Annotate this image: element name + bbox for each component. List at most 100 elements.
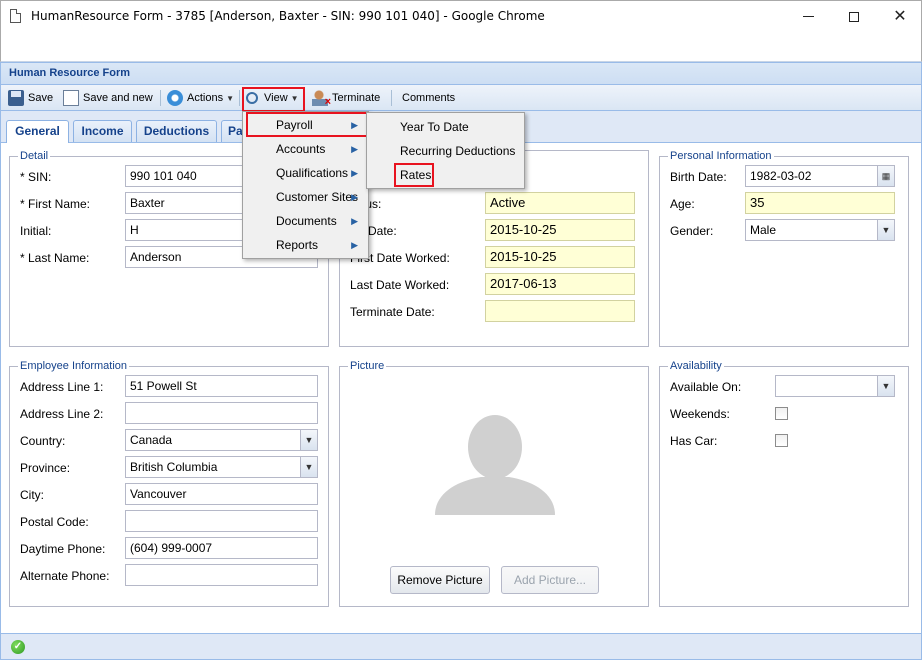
documents-label: Documents — [276, 214, 337, 228]
birth-date-field[interactable]: 1982-03-02 ▦ — [745, 165, 895, 187]
terminate-label: Terminate — [332, 92, 381, 104]
first-name-label: * First Name: — [20, 197, 91, 211]
country-label: Country: — [20, 434, 66, 448]
sin-label: * SIN: — [20, 170, 52, 184]
available-on-label: Available On: — [670, 380, 742, 394]
submenu-arrow-icon: ▶ — [351, 240, 358, 250]
detail-legend: Detail — [20, 150, 49, 162]
gear-icon — [167, 90, 183, 106]
terminate-user-icon: × — [312, 90, 331, 108]
province-value: British Columbia — [130, 460, 218, 474]
alternate-phone-field[interactable] — [125, 564, 318, 586]
save-icon — [8, 90, 24, 106]
recurring-deductions-label: Recurring Deductions — [400, 144, 516, 158]
address-line-2-label: Address Line 2: — [20, 407, 104, 421]
avatar-placeholder-icon — [435, 415, 555, 515]
minimize-icon — [802, 16, 814, 17]
weekends-label: Weekends: — [670, 407, 730, 421]
menu-item-recurring-deductions[interactable]: Recurring Deductions — [368, 139, 522, 163]
country-value: Canada — [130, 433, 173, 447]
employee-info-legend: Employee Information — [20, 360, 127, 372]
comments-button[interactable]: Comments — [402, 88, 455, 108]
gender-select[interactable]: Male ▼ — [745, 219, 895, 241]
terminate-date-label: Terminate Date: — [350, 305, 435, 319]
last-date-worked-label: Last Date Worked: — [350, 278, 450, 292]
chevron-down-icon[interactable]: ▼ — [877, 220, 894, 240]
last-name-label: * Last Name: — [20, 251, 90, 265]
weekends-checkbox[interactable] — [775, 407, 788, 420]
submenu-arrow-icon: ▶ — [351, 216, 358, 226]
remove-picture-button[interactable]: Remove Picture — [390, 566, 490, 594]
age-label: Age: — [670, 197, 695, 211]
birth-date-value: 1982-03-02 — [750, 169, 812, 183]
address-line-2-field[interactable] — [125, 402, 318, 424]
menu-item-qualifications[interactable]: Qualifications ▶ — [244, 161, 366, 185]
submenu-arrow-icon: ▶ — [351, 144, 358, 154]
postal-code-field[interactable] — [125, 510, 318, 532]
close-button[interactable]: ✕ — [877, 1, 922, 33]
qualifications-label: Qualifications — [276, 166, 349, 180]
toolbar-separator — [160, 90, 161, 106]
country-select[interactable]: Canada ▼ — [125, 429, 318, 451]
menu-item-customer-sites[interactable]: Customer Sites ▶ — [244, 185, 366, 209]
add-picture-button[interactable]: Add Picture... — [501, 566, 599, 594]
minimize-button[interactable] — [785, 1, 831, 33]
actions-button[interactable]: Actions ▼ — [167, 88, 234, 108]
initial-label: Initial: — [20, 224, 52, 238]
menu-item-rates[interactable]: Rates — [368, 163, 522, 187]
picture-legend: Picture — [350, 360, 385, 372]
menu-item-documents[interactable]: Documents ▶ — [244, 209, 366, 233]
save-label: Save — [28, 92, 54, 104]
save-and-new-label: Save and new — [83, 92, 153, 104]
comments-label: Comments — [402, 92, 456, 104]
address-line-1-label: Address Line 1: — [20, 380, 104, 394]
toolbar-separator — [239, 90, 240, 106]
terminate-button[interactable]: × Terminate — [312, 88, 380, 108]
last-date-worked-field: 2017-06-13 — [485, 273, 635, 295]
gender-value: Male — [750, 223, 777, 237]
tab-income[interactable]: Income — [73, 120, 132, 142]
age-field: 35 — [745, 192, 895, 214]
chevron-down-icon[interactable]: ▼ — [300, 457, 317, 477]
gender-label: Gender: — [670, 224, 714, 238]
availability-fieldset: Availability — [659, 360, 909, 607]
submenu-arrow-icon: ▶ — [351, 168, 358, 178]
maximize-button[interactable] — [831, 1, 877, 33]
province-select[interactable]: British Columbia ▼ — [125, 456, 318, 478]
toolbar-separator — [391, 90, 392, 106]
close-icon: ✕ — [893, 6, 907, 25]
province-label: Province: — [20, 461, 71, 475]
first-date-worked-field: 2015-10-25 — [485, 246, 635, 268]
menu-item-accounts[interactable]: Accounts ▶ — [244, 137, 366, 161]
daytime-phone-label: Daytime Phone: — [20, 542, 106, 556]
chevron-down-icon[interactable]: ▼ — [877, 376, 894, 396]
panel-title: Human Resource Form — [9, 67, 131, 79]
year-to-date-label: Year To Date — [400, 120, 469, 134]
save-and-new-button[interactable]: Save and new — [63, 88, 153, 108]
tab-deductions[interactable]: Deductions — [136, 120, 217, 142]
view-button-highlight — [242, 87, 305, 112]
reports-label: Reports — [276, 238, 319, 252]
chevron-down-icon[interactable]: ▼ — [300, 430, 317, 450]
tab-general[interactable]: General — [6, 120, 69, 143]
status-bar: ✓ — [1, 633, 921, 659]
browser-address-area — [0, 32, 922, 62]
menu-item-reports[interactable]: Reports ▶ — [244, 233, 366, 257]
payroll-highlight — [246, 112, 368, 137]
menu-item-year-to-date[interactable]: Year To Date — [368, 115, 522, 139]
address-line-1-field[interactable]: 51 Powell St — [125, 375, 318, 397]
document-icon — [10, 9, 21, 23]
available-on-select[interactable]: ▼ — [775, 375, 895, 397]
rates-highlight — [394, 163, 434, 187]
daytime-phone-field[interactable]: (604) 999-0007 — [125, 537, 318, 559]
personal-info-legend: Personal Information — [670, 150, 772, 162]
maximize-icon — [849, 11, 859, 22]
accounts-label: Accounts — [276, 142, 326, 156]
calendar-icon[interactable]: ▦ — [877, 166, 894, 186]
save-button[interactable]: Save — [8, 88, 53, 108]
has-car-label: Has Car: — [670, 434, 718, 448]
status-field: Active — [485, 192, 635, 214]
city-field[interactable]: Vancouver — [125, 483, 318, 505]
has-car-checkbox[interactable] — [775, 434, 788, 447]
chevron-down-icon: ▼ — [226, 93, 234, 103]
